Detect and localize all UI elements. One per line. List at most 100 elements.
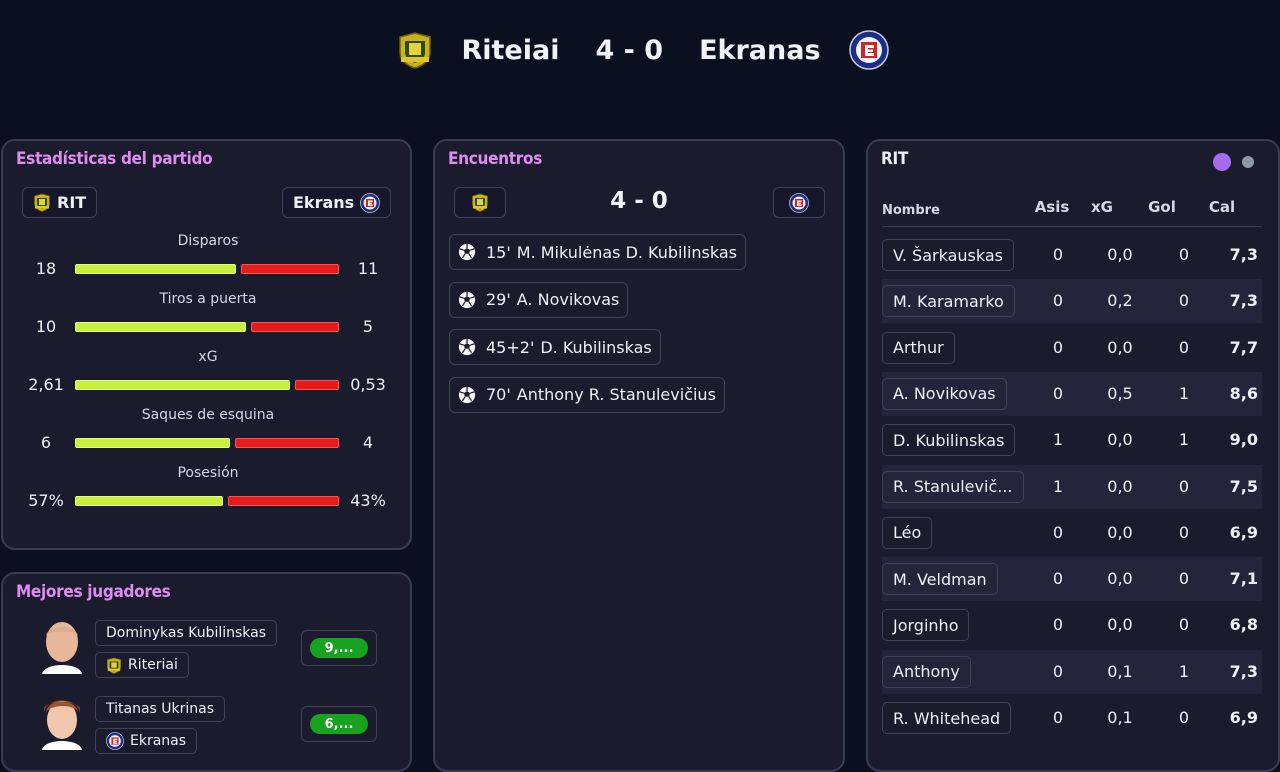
col-header-xg[interactable]: xG (1084, 197, 1120, 216)
player-rating: 7,1 (1229, 569, 1258, 589)
player-name[interactable]: M. Karamarko (882, 285, 1015, 318)
ekranas-crest-icon (789, 193, 809, 213)
ekranas-crest-icon (849, 30, 889, 70)
stat-away-bar (295, 380, 339, 390)
player-rating: 6,9 (1229, 708, 1258, 727)
player-avatar (42, 622, 82, 674)
stat-home-bar (75, 438, 230, 448)
player-name[interactable]: D. Kubilinskas (882, 424, 1016, 457)
player-goals: 0 (1178, 476, 1190, 496)
riteriai-crest-icon (33, 193, 51, 212)
player-rating: 7,7 (1229, 337, 1258, 357)
player-row[interactable]: A. Novikovas 0 0,5 1 8,6 (882, 371, 1262, 416)
player-assists: 0 (1052, 245, 1064, 264)
player-row[interactable]: Jorginho 0 0,0 0 6,8 (882, 603, 1262, 647)
best-player-name[interactable]: Dominykas Kubilinskas (95, 620, 278, 646)
stat-away-value: 43% (350, 491, 386, 510)
goal-event[interactable]: 45+2' D. Kubilinskas (449, 329, 661, 365)
player-assists: 0 (1052, 569, 1064, 589)
away-team-name: Ekranas (699, 34, 821, 66)
player-row[interactable]: R. Stanulevič... 1 0,0 0 7,5 (882, 464, 1262, 509)
match-score: 4 - 0 (595, 34, 664, 66)
col-header-rating[interactable]: Cal (1202, 197, 1242, 216)
stat-label: Disparos (177, 233, 239, 249)
ekranas-crest-icon (106, 732, 124, 750)
best-player-team[interactable]: Riteriai (95, 652, 189, 678)
player-row[interactable]: Anthony 0 0,1 1 7,3 (882, 649, 1262, 694)
stat-label: Saques de esquina (141, 407, 275, 423)
stat-away-value: 11 (357, 259, 379, 278)
col-header-goals[interactable]: Gol (1144, 197, 1180, 216)
best-player-team[interactable]: Ekranas (95, 728, 198, 754)
player-assists: 0 (1052, 337, 1064, 357)
player-assists: 0 (1052, 522, 1064, 542)
event-minute: 70' (486, 385, 511, 404)
player-row[interactable]: V. Šarkauskas 0 0,0 0 7,3 (882, 233, 1262, 277)
match-stats-panel: Estadísticas del partido RIT Ekrans Disp… (1, 139, 412, 550)
panel-title: Mejores jugadores (16, 582, 171, 602)
col-header-name[interactable]: Nombre (882, 199, 940, 218)
player-assists: 1 (1052, 476, 1064, 496)
player-assists: 0 (1052, 615, 1064, 635)
goal-event[interactable]: 15' M. Mikulėnas D. Kubilinskas (449, 234, 746, 270)
team-toggle-home-dot[interactable] (1213, 153, 1231, 171)
player-name[interactable]: Arthur (882, 331, 955, 364)
stat-label: Tiros a puerta (159, 291, 257, 307)
player-xg: 0,1 (1107, 708, 1133, 727)
rating-badge: 6,... (310, 714, 368, 734)
player-xg: 0,0 (1107, 615, 1133, 635)
col-header-assists[interactable]: Asis (1030, 197, 1074, 216)
player-xg: 0,1 (1107, 661, 1133, 681)
goal-event[interactable]: 29' A. Novikovas (449, 281, 629, 318)
player-name[interactable]: Jorginho (882, 609, 970, 642)
player-rating: 6,8 (1229, 615, 1258, 635)
player-row[interactable]: M. Veldman 0 0,0 0 7,1 (882, 557, 1262, 602)
player-name[interactable]: Léo (882, 516, 933, 549)
stat-away-bar (251, 322, 339, 332)
player-name[interactable]: V. Šarkauskas (882, 239, 1014, 271)
rating-badge: 9,... (310, 638, 368, 658)
player-row[interactable]: Léo 0 0,0 0 6,9 (882, 511, 1262, 555)
home-team-chip[interactable]: RIT (22, 187, 98, 218)
stat-home-bar (75, 380, 290, 390)
best-players-panel: Mejores jugadores Dominykas Kubilinskas … (1, 572, 412, 772)
best-player-name[interactable]: Titanas Ukrinas (95, 696, 226, 722)
player-goals: 1 (1178, 383, 1190, 403)
panel-title: Estadísticas del partido (16, 149, 213, 169)
player-name[interactable]: A. Novikovas (882, 377, 1007, 410)
panel-title: Encuentros (448, 149, 543, 169)
player-rating: 7,5 (1229, 476, 1258, 496)
soccer-ball-icon (458, 291, 476, 309)
player-name[interactable]: R. Whitehead (882, 702, 1012, 734)
player-goals: 0 (1178, 337, 1190, 357)
panel-title: RIT (881, 149, 908, 169)
player-goals: 0 (1178, 291, 1190, 311)
player-xg: 0,5 (1107, 383, 1133, 403)
player-xg: 0,2 (1107, 291, 1133, 311)
player-name[interactable]: R. Stanulevič... (882, 470, 1024, 503)
away-team-chip[interactable]: Ekrans (282, 187, 392, 218)
player-assists: 1 (1052, 430, 1064, 450)
soccer-ball-icon (458, 386, 476, 404)
stat-label: xG (198, 349, 218, 365)
player-row[interactable]: D. Kubilinskas 1 0,0 1 9,0 (882, 418, 1262, 462)
player-ratings-panel: RIT Nombre Asis xG Gol Cal V. Šarkauskas… (866, 139, 1280, 772)
player-goals: 0 (1178, 708, 1190, 727)
stat-away-bar (235, 438, 339, 448)
player-goals: 0 (1178, 615, 1190, 635)
header-divider (882, 226, 1262, 227)
player-name[interactable]: M. Veldman (882, 563, 998, 596)
event-players: M. Mikulėnas D. Kubilinskas (516, 242, 737, 262)
player-row[interactable]: Arthur 0 0,0 0 7,7 (882, 326, 1262, 370)
riteriai-crest-icon (397, 31, 433, 69)
team-toggle-away-dot[interactable] (1242, 156, 1254, 168)
player-xg: 0,0 (1107, 569, 1133, 589)
player-row[interactable]: R. Whitehead 0 0,1 0 6,9 (882, 696, 1262, 740)
away-team-chip[interactable] (773, 187, 825, 218)
stat-away-bar (241, 264, 339, 274)
player-row[interactable]: M. Karamarko 0 0,2 0 7,3 (882, 279, 1262, 324)
player-rating: 7,3 (1229, 245, 1258, 264)
player-goals: 0 (1178, 245, 1190, 264)
player-name[interactable]: Anthony (882, 655, 971, 688)
goal-event[interactable]: 70' Anthony R. Stanulevičius (449, 376, 725, 413)
